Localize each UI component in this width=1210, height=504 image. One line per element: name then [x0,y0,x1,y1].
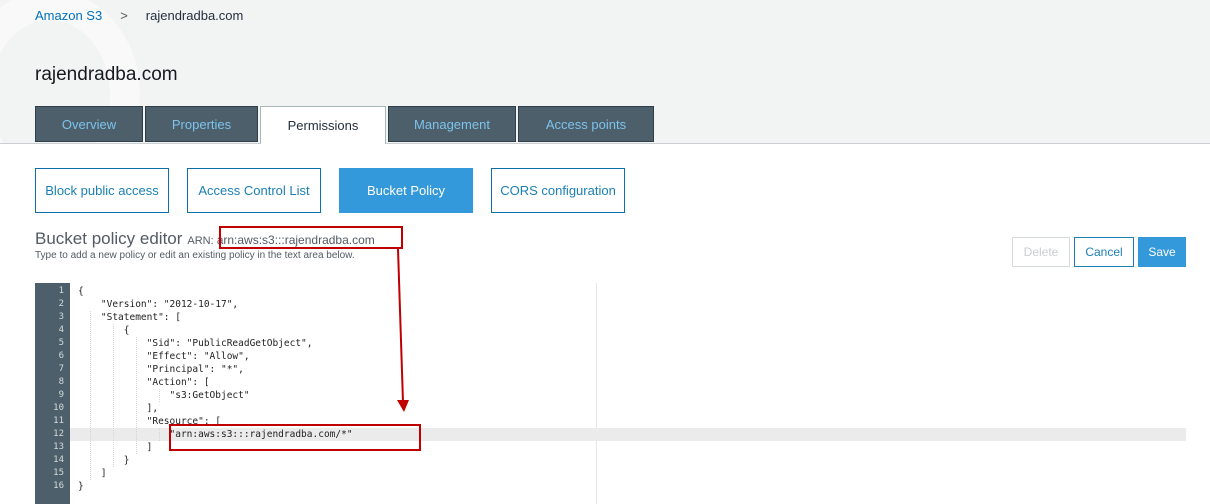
code-line: ], [78,403,159,414]
arn-value: arn:aws:s3:::rajendradba.com [216,233,375,247]
line-number: 16 [53,481,64,491]
code-text-area[interactable]: { "Version": "2012-10-17", "Statement": … [70,283,1186,504]
code-line: "Effect": "Allow", [78,351,250,362]
code-line: { [78,325,130,336]
code-line: "s3:GetObject" [78,390,250,401]
code-line: "Resource": [ [78,416,221,427]
line-number: 1 [58,286,64,296]
block-public-access-button[interactable]: Block public access [35,168,169,213]
line-number-gutter: 1 2 3 4 5 6 7 8 9 10 11 12 13 14 15 16 [35,283,70,504]
line-number: 2 [58,299,64,309]
code-line: "Version": "2012-10-17", [78,299,239,310]
save-button[interactable]: Save [1138,237,1186,267]
tab-management[interactable]: Management [388,106,516,142]
tab-bar: Overview Properties Permissions Manageme… [35,106,656,144]
print-margin [596,283,597,504]
line-number: 5 [58,338,64,348]
tab-overview[interactable]: Overview [35,106,143,142]
line-number: 10 [53,403,64,413]
line-number: 6 [58,351,64,361]
policy-code-editor[interactable]: 1 2 3 4 5 6 7 8 9 10 11 12 13 14 15 16 { "Version": "20… [35,283,1186,504]
code-line: ] [78,468,107,479]
code-line: "Action": [ [78,377,210,388]
code-line: "Statement": [ [78,312,181,323]
editor-heading: Bucket policy editor ARN: arn:aws:s3:::r… [35,229,375,249]
line-number: 4 [58,325,64,335]
chevron-right-icon: > [120,8,128,23]
editor-actions: Delete Cancel Save [1008,237,1186,267]
code-line: } [78,455,130,466]
line-number: 3 [58,312,64,322]
arn-label: ARN: [187,235,214,247]
tab-access-points[interactable]: Access points [518,106,654,142]
page-title: rajendradba.com [35,64,178,85]
line-number: 7 [58,364,64,374]
cors-configuration-button[interactable]: CORS configuration [491,168,625,213]
editor-title: Bucket policy editor [35,229,183,248]
tab-properties[interactable]: Properties [145,106,258,142]
code-line: "Principal": "*", [78,364,244,375]
editor-hint: Type to add a new policy or edit an exis… [35,250,355,261]
line-number: 14 [53,455,64,465]
line-number: 13 [53,442,64,452]
access-control-list-button[interactable]: Access Control List [187,168,321,213]
permissions-subnav: Block public access Access Control List … [35,168,643,213]
cancel-button[interactable]: Cancel [1074,237,1134,267]
line-number: 8 [58,377,64,387]
line-number: 12 [53,429,64,439]
line-number: 9 [58,390,64,400]
breadcrumb-amazon-s3-link[interactable]: Amazon S3 [35,8,102,23]
code-line: { [78,286,84,297]
delete-button[interactable]: Delete [1012,237,1070,267]
bucket-policy-button[interactable]: Bucket Policy [339,168,473,213]
tab-permissions[interactable]: Permissions [260,106,386,144]
breadcrumb: Amazon S3 > rajendradba.com [35,8,243,23]
code-line: ] [78,442,153,453]
line-number: 11 [53,416,64,426]
code-line: } [78,481,84,492]
breadcrumb-current: rajendradba.com [145,8,244,23]
line-number: 15 [53,468,64,478]
code-line: "Sid": "PublicReadGetObject", [78,338,313,349]
code-line: "arn:aws:s3:::rajendradba.com/*" [78,429,353,440]
